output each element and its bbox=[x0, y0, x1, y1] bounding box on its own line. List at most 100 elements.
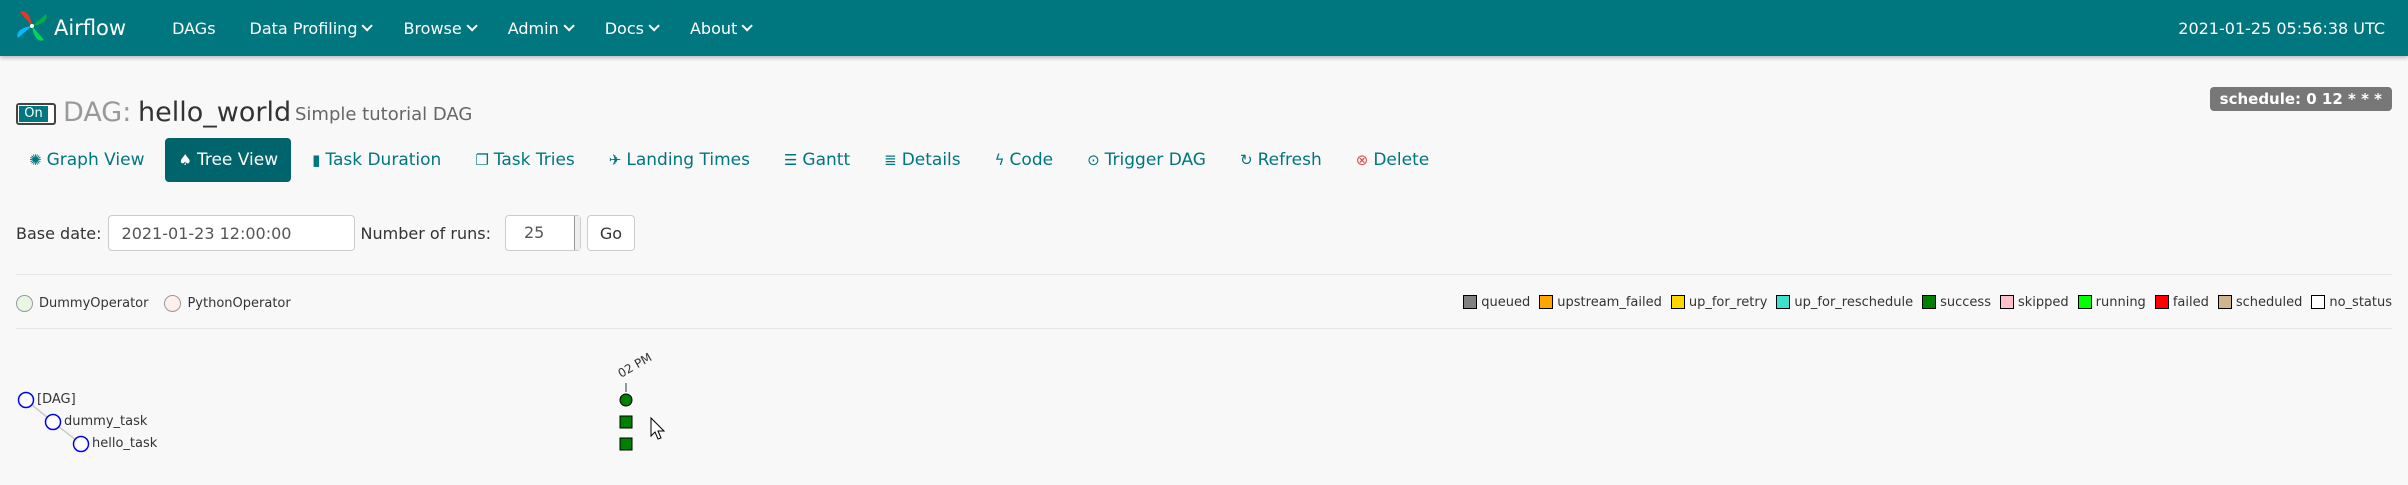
base-date-label: Base date: bbox=[16, 223, 102, 243]
state-label: up_for_retry bbox=[1688, 294, 1768, 310]
tab-code[interactable]: ϟ Code bbox=[982, 138, 1066, 182]
mouse-cursor-icon bbox=[650, 416, 666, 440]
state-label: skipped bbox=[2017, 294, 2069, 310]
tab-delete[interactable]: ⊗ Delete bbox=[1343, 138, 1442, 182]
utc-clock: 2021-01-25 05:56:38 UTC bbox=[2178, 18, 2385, 38]
airflow-logo-icon bbox=[14, 8, 50, 48]
state-swatch bbox=[2311, 295, 2326, 309]
tab-task-tries[interactable]: ❐ Task Tries bbox=[462, 138, 587, 182]
nav-admin[interactable]: Admin bbox=[491, 0, 588, 56]
divider bbox=[16, 274, 2392, 275]
tab-gantt[interactable]: ☰ Gantt bbox=[771, 138, 863, 182]
nav-about[interactable]: About bbox=[673, 0, 766, 56]
state-label: running bbox=[2095, 294, 2146, 310]
plane-icon: ✈ bbox=[608, 151, 622, 169]
asterisk-icon: ✺ bbox=[29, 151, 42, 169]
tab-label: Gantt bbox=[802, 150, 851, 170]
bar-chart-icon: ▮ bbox=[312, 151, 321, 169]
operator-label: DummyOperator bbox=[39, 295, 149, 311]
tree-view-canvas: 02 PM [DAG] dummy_task hello_task bbox=[0, 340, 2408, 485]
state-label: scheduled bbox=[2235, 294, 2303, 310]
tab-tree-view[interactable]: ♠ Tree View bbox=[165, 138, 292, 182]
state-swatch bbox=[1999, 295, 2014, 309]
operator-color-circle bbox=[16, 294, 33, 312]
dag-prefix: DAG: bbox=[63, 97, 132, 128]
state-swatch bbox=[1463, 295, 1478, 309]
operator-color-circle bbox=[164, 294, 182, 312]
tab-refresh[interactable]: ↻ Refresh bbox=[1227, 138, 1335, 182]
state-legend-item[interactable]: scheduled bbox=[2217, 294, 2303, 310]
state-legend: queued upstream_failed up_for_retry up_f… bbox=[1454, 292, 2392, 312]
state-label: upstream_failed bbox=[1557, 294, 1662, 310]
chevron-down-icon bbox=[466, 20, 478, 32]
tree-node-label[interactable]: hello_task bbox=[92, 436, 157, 451]
task-instance-square[interactable] bbox=[619, 437, 633, 451]
divider bbox=[16, 328, 2392, 329]
task-instance-square[interactable] bbox=[619, 415, 633, 429]
base-date-input[interactable] bbox=[107, 215, 355, 251]
nav-data-profiling[interactable]: Data Profiling bbox=[233, 0, 387, 56]
state-legend-item[interactable]: queued bbox=[1463, 295, 1530, 310]
dag-run-state-circle[interactable] bbox=[619, 393, 633, 407]
tree-icon: ♠ bbox=[178, 151, 192, 169]
remove-circle-icon: ⊗ bbox=[1355, 151, 1369, 169]
dag-name: hello_world bbox=[138, 97, 292, 128]
nav-admin-label: Admin bbox=[507, 18, 559, 38]
tree-svg: 02 PM bbox=[17, 350, 666, 453]
go-button[interactable]: Go bbox=[586, 215, 635, 251]
state-label: queued bbox=[1481, 294, 1531, 310]
state-legend-item[interactable]: up_for_reschedule bbox=[1776, 295, 1913, 310]
tab-label: Task Duration bbox=[325, 150, 442, 170]
nav-dags[interactable]: DAGs bbox=[155, 0, 232, 56]
run-date-label: 02 PM bbox=[616, 350, 655, 380]
operator-legend-item: PythonOperator bbox=[164, 294, 291, 312]
tree-node-dag[interactable] bbox=[17, 391, 35, 409]
state-swatch bbox=[2154, 295, 2169, 309]
tree-node-dummy-task[interactable] bbox=[44, 413, 62, 431]
dag-description: Simple tutorial DAG bbox=[295, 104, 473, 125]
state-legend-item[interactable]: upstream_failed bbox=[1539, 295, 1662, 310]
tab-task-duration[interactable]: ▮ Task Duration bbox=[299, 138, 454, 182]
align-left-icon: ☰ bbox=[783, 151, 798, 169]
tab-label: Task Tries bbox=[493, 150, 575, 170]
nav-docs[interactable]: Docs bbox=[588, 0, 673, 56]
schedule-badge[interactable]: schedule: 0 12 * * * bbox=[2209, 87, 2392, 111]
state-legend-item[interactable]: skipped bbox=[1999, 294, 2069, 310]
list-icon: ≣ bbox=[884, 151, 897, 169]
num-runs-select[interactable]: 25 bbox=[504, 215, 581, 251]
tab-label: Tree View bbox=[196, 150, 279, 170]
dag-pause-toggle[interactable]: On bbox=[16, 103, 56, 125]
state-label: failed bbox=[2172, 294, 2209, 310]
chevron-down-icon bbox=[741, 20, 754, 32]
select-arrow-icon bbox=[573, 216, 580, 250]
tab-landing-times[interactable]: ✈ Landing Times bbox=[596, 138, 763, 182]
state-swatch bbox=[2217, 295, 2232, 309]
chevron-down-icon bbox=[648, 20, 660, 32]
state-legend-item[interactable]: up_for_retry bbox=[1670, 294, 1768, 310]
state-legend-item[interactable]: success bbox=[1922, 295, 1991, 310]
tab-label: Delete bbox=[1373, 150, 1430, 170]
nav-about-label: About bbox=[689, 18, 738, 38]
toggle-on-label: On bbox=[19, 106, 48, 122]
nav-data-profiling-label: Data Profiling bbox=[249, 18, 358, 38]
chevron-down-icon bbox=[563, 20, 575, 32]
tree-node-hello-task[interactable] bbox=[72, 435, 90, 453]
tab-graph-view[interactable]: ✺ Graph View bbox=[16, 138, 157, 182]
tree-node-label[interactable]: dummy_task bbox=[64, 414, 147, 429]
dag-view-tabs: ✺ Graph View ♠ Tree View ▮ Task Duration ❐ T… bbox=[16, 138, 1450, 182]
state-swatch bbox=[1922, 295, 1937, 309]
tree-node-label[interactable]: [DAG] bbox=[37, 392, 76, 407]
tab-details[interactable]: ≣ Details bbox=[871, 138, 974, 182]
nav-browse-label: Browse bbox=[403, 18, 462, 38]
state-label: up_for_reschedule bbox=[1794, 294, 1914, 310]
state-legend-item[interactable]: no_status bbox=[2311, 295, 2392, 310]
state-legend-item[interactable]: failed bbox=[2154, 294, 2209, 310]
nav-browse[interactable]: Browse bbox=[386, 0, 490, 56]
flash-icon: ϟ bbox=[994, 151, 1005, 169]
operator-legend-item: DummyOperator bbox=[16, 294, 149, 312]
operator-label: PythonOperator bbox=[187, 295, 291, 311]
operator-legend: DummyOperator PythonOperator bbox=[16, 293, 307, 313]
brand-link[interactable]: Airflow bbox=[14, 0, 126, 56]
state-legend-item[interactable]: running bbox=[2077, 294, 2146, 310]
tab-trigger-dag[interactable]: ⊙ Trigger DAG bbox=[1074, 138, 1219, 182]
